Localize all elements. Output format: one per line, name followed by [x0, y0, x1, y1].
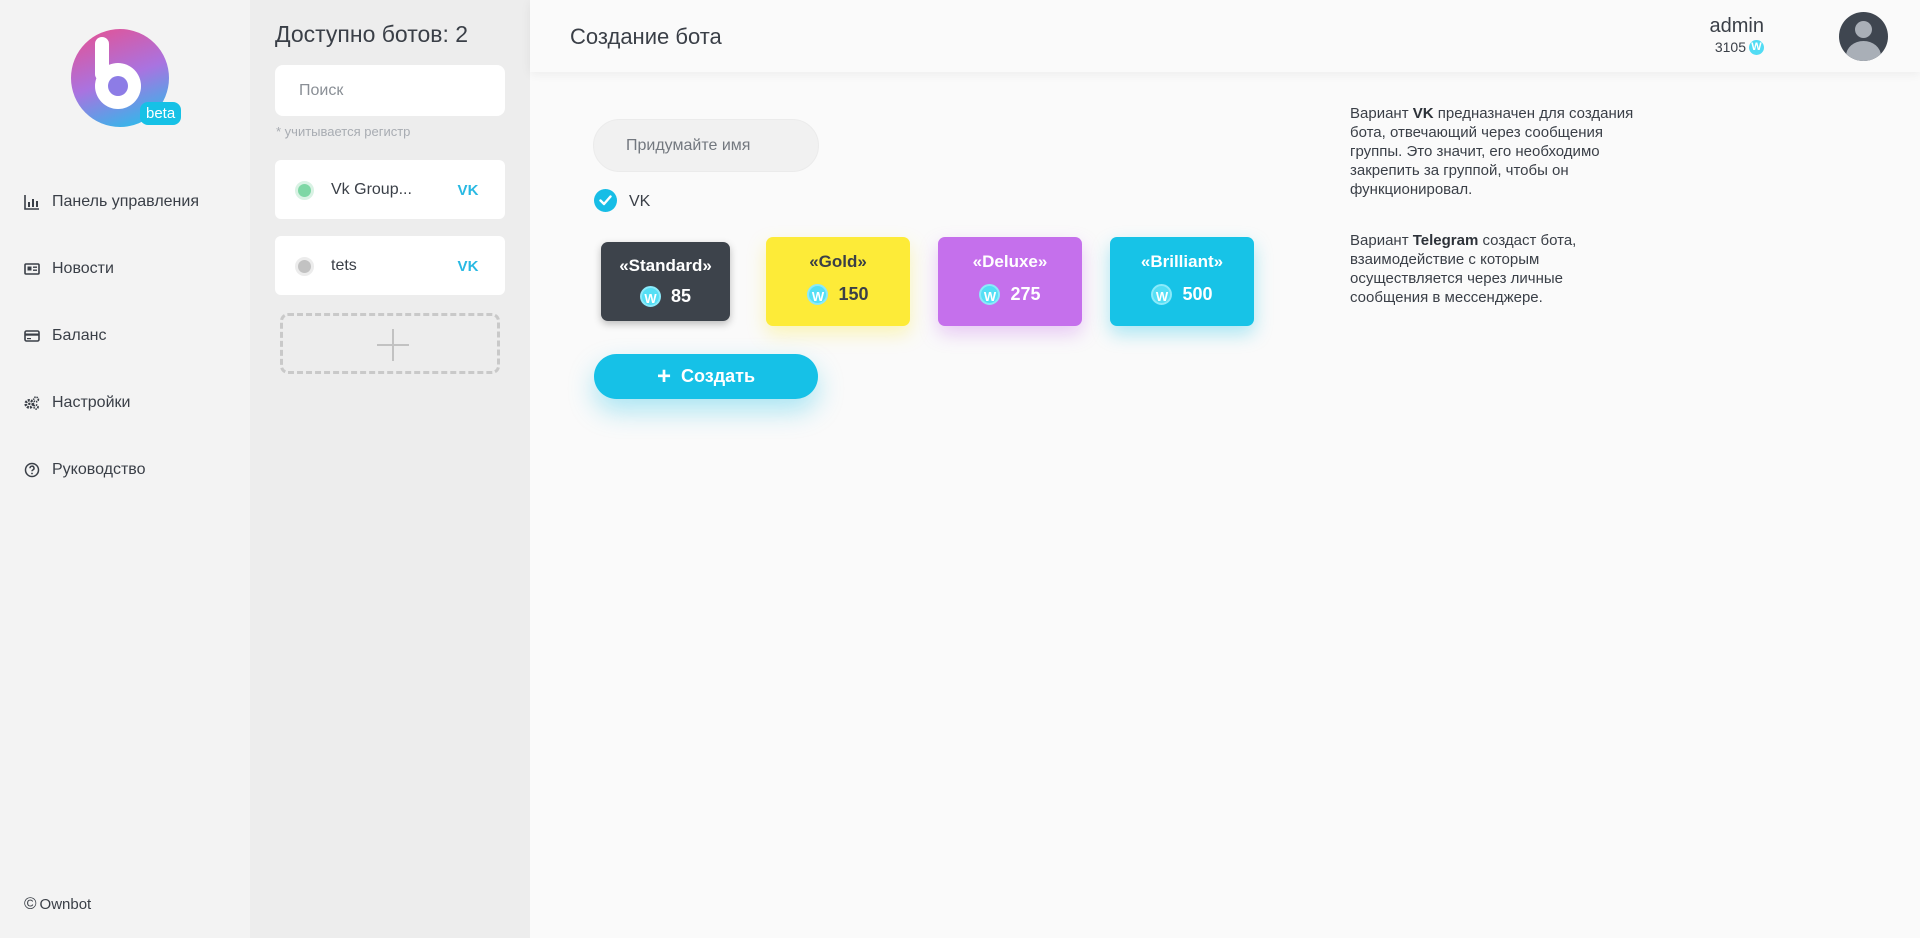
bots-panel: Доступно ботов: 2 * учитывается регистр … — [250, 0, 530, 938]
status-indicator-inactive — [295, 257, 314, 276]
bot-name: tets — [331, 257, 357, 274]
nav-item-label: Новости — [52, 259, 114, 277]
nav-item-label: Руководство — [52, 460, 146, 478]
copyright-label: Ownbot — [39, 895, 92, 913]
nav-item-news[interactable]: Новости — [24, 235, 199, 302]
nav-item-dashboard[interactable]: Панель управления — [24, 168, 199, 235]
svg-text:VK: VK — [458, 182, 479, 198]
vk-variant-description: Вариант VK предназначен для создания бот… — [1350, 104, 1640, 199]
plus-icon-stroke — [392, 329, 394, 361]
avatar-body — [1846, 41, 1881, 61]
avatar-head — [1855, 21, 1872, 38]
bot-search-input[interactable] — [275, 65, 505, 116]
plan-price-value: 85 — [670, 286, 692, 306]
user-name[interactable]: admin — [1710, 15, 1764, 38]
info-highlight: VK — [1412, 105, 1434, 122]
nav-item-label: Панель управления — [52, 192, 199, 210]
status-indicator-active — [295, 181, 314, 200]
bot-name: Vk Group... — [331, 181, 412, 198]
coin-icon: W — [639, 286, 661, 307]
credit-card-icon — [24, 329, 40, 342]
plan-price: W 275 — [938, 284, 1082, 305]
plan-price-value: 150 — [838, 284, 869, 304]
main-nav: Панель управления Новости Баланс Настрой… — [24, 168, 199, 503]
plan-price: W 150 — [766, 284, 910, 305]
case-sensitive-hint: * учитывается регистр — [276, 124, 411, 139]
plan-price-value: 500 — [1182, 284, 1213, 304]
gears-icon — [24, 395, 40, 410]
nav-item-settings[interactable]: Настройки — [24, 369, 199, 436]
coin-icon: W — [1749, 39, 1764, 55]
copyright-icon: © — [24, 894, 37, 913]
nav-item-label: Баланс — [52, 326, 107, 344]
coin-icon: W — [807, 284, 829, 305]
nav-item-guide[interactable]: Руководство — [24, 436, 199, 503]
logo-dot — [108, 76, 128, 96]
avatar[interactable] — [1839, 12, 1888, 61]
info-highlight: Telegram — [1412, 232, 1479, 249]
info-prefix: Вариант — [1350, 105, 1413, 122]
svg-text:VK: VK — [458, 258, 479, 274]
vk-icon: VK — [458, 182, 479, 198]
plan-price-value: 275 — [1010, 284, 1041, 304]
plan-deluxe-card[interactable]: «Deluxe» W 275 — [938, 237, 1082, 326]
create-button-label: Создать — [680, 366, 756, 386]
nav-item-label: Настройки — [52, 393, 131, 411]
plan-name: «Deluxe» — [972, 252, 1048, 271]
vk-icon: VK — [458, 258, 479, 274]
bar-chart-icon — [24, 194, 39, 210]
create-bot-button[interactable]: + Создать — [594, 354, 818, 399]
plan-gold-card[interactable]: «Gold» W 150 — [766, 237, 910, 326]
plan-name: «Standard» — [619, 256, 712, 275]
bot-name-input[interactable] — [593, 119, 819, 172]
question-circle-icon — [24, 462, 40, 477]
plan-name: «Brilliant» — [1140, 252, 1224, 271]
top-header: Создание бота admin 3105 W — [530, 0, 1920, 72]
bot-card[interactable]: Vk Group... VK — [275, 160, 505, 219]
sidebar: beta Панель управления Новости Баланс На… — [0, 0, 250, 938]
vk-platform-label: VK — [629, 193, 651, 210]
vk-platform-checkbox[interactable] — [594, 189, 617, 212]
beta-badge: beta — [140, 102, 182, 125]
coin-icon: W — [979, 284, 1001, 305]
nav-item-balance[interactable]: Баланс — [24, 302, 199, 369]
plan-price: W 500 — [1110, 284, 1254, 305]
check-icon — [599, 195, 612, 206]
plan-name: «Gold» — [809, 252, 867, 271]
newspaper-icon — [24, 262, 40, 275]
balance-value: 3105 — [1714, 39, 1746, 55]
add-bot-button[interactable] — [280, 313, 500, 374]
bots-count-title: Доступно ботов: 2 — [275, 21, 469, 47]
telegram-variant-description: Вариант Telegram создаст бота, взаимодей… — [1350, 231, 1640, 307]
plus-icon: + — [656, 362, 671, 390]
plan-brilliant-card[interactable]: «Brilliant» W 500 — [1110, 237, 1254, 326]
plan-price: W 85 — [601, 286, 730, 307]
plan-standard-card[interactable]: «Standard» W 85 — [601, 242, 730, 321]
info-prefix: Вариант — [1350, 232, 1413, 249]
coin-icon: W — [1151, 284, 1173, 305]
page-title: Создание бота — [570, 24, 722, 49]
user-balance: 3105 W — [1715, 39, 1764, 55]
bot-card[interactable]: tets VK — [275, 236, 505, 295]
copyright: © Ownbot — [24, 894, 91, 914]
